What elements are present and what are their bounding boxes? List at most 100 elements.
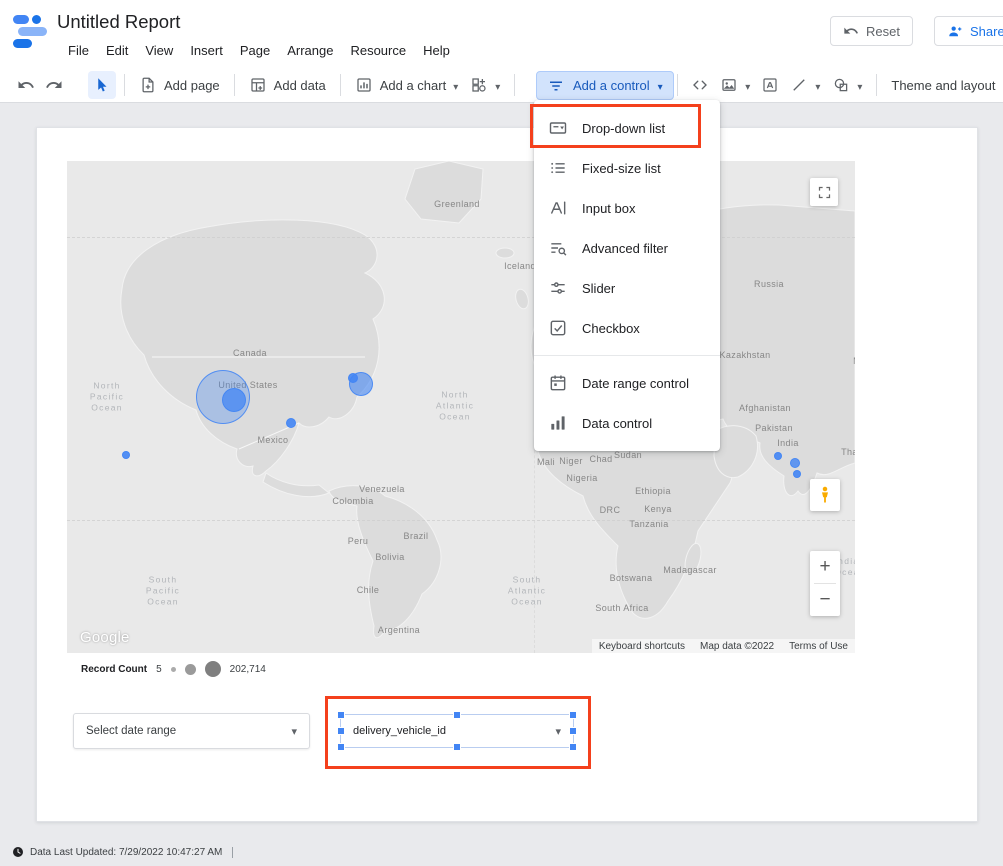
data-studio-logo[interactable]: [13, 14, 47, 50]
map-attribution: Keyboard shortcutsMap data ©2022Terms of…: [592, 639, 855, 653]
reset-button[interactable]: Reset: [830, 16, 913, 46]
add-data-label: Add data: [274, 78, 326, 93]
add-page-button[interactable]: Add page: [133, 71, 226, 99]
selection-handle[interactable]: [337, 711, 345, 719]
slider-icon: [548, 278, 568, 298]
select-tool-button[interactable]: [88, 71, 116, 99]
menu-item-checkbox[interactable]: Checkbox: [534, 308, 720, 348]
menu-item-drop-down-list[interactable]: Drop-down list: [534, 108, 720, 148]
map-bubble[interactable]: [222, 388, 246, 412]
menu-item-fixed-size-list[interactable]: Fixed-size list: [534, 148, 720, 188]
add-control-label: Add a control: [573, 78, 650, 93]
menu-insert[interactable]: Insert: [190, 43, 223, 58]
chevron-down-icon: [291, 725, 297, 738]
selection-handle[interactable]: [569, 727, 577, 735]
menu-help[interactable]: Help: [423, 43, 450, 58]
date-range-icon: [548, 373, 568, 393]
fullscreen-button[interactable]: [810, 178, 838, 206]
menu-item-data-control[interactable]: Data control: [534, 403, 720, 443]
community-visualizations-button[interactable]: [464, 71, 506, 99]
map-graticule: [67, 237, 855, 238]
insert-line-button[interactable]: [784, 71, 826, 99]
map-bubble[interactable]: [286, 418, 296, 428]
menu-resource[interactable]: Resource: [350, 43, 406, 58]
menu-arrange[interactable]: Arrange: [287, 43, 333, 58]
geo-bubble-map-chart[interactable]: GreenlandIcelandCanadaUnited StatesMexic…: [67, 161, 855, 653]
add-chart-button[interactable]: Add a chart: [349, 71, 465, 99]
insert-shape-button[interactable]: [826, 71, 868, 99]
selection-handle[interactable]: [337, 743, 345, 751]
menu-section-secondary: Date range control Data control: [534, 363, 720, 443]
map-bubble[interactable]: [790, 458, 800, 468]
selection-handle[interactable]: [453, 711, 461, 719]
attribution-keyboard-shortcuts[interactable]: Keyboard shortcuts: [599, 641, 685, 652]
undo-button[interactable]: [12, 71, 40, 99]
menu-item-label: Drop-down list: [582, 121, 665, 136]
checkbox-icon: [548, 318, 568, 338]
map-bubble[interactable]: [122, 451, 130, 459]
legend-dot-medium: [185, 664, 196, 675]
insert-image-button[interactable]: [714, 71, 756, 99]
redo-button[interactable]: [40, 71, 68, 99]
selection-handle[interactable]: [337, 727, 345, 735]
zoom-in-button[interactable]: [810, 551, 840, 583]
line-icon: [790, 76, 808, 94]
menu-item-advanced-filter[interactable]: Advanced filter: [534, 228, 720, 268]
dropdown-list-icon: [548, 118, 568, 138]
report-title[interactable]: Untitled Report: [57, 11, 180, 33]
date-range-control[interactable]: Select date range: [73, 713, 310, 749]
text-box-icon: [761, 76, 779, 94]
selection-handle[interactable]: [569, 743, 577, 751]
legend-min-value: 5: [156, 664, 162, 675]
zoom-control: [810, 551, 840, 616]
map-bubble[interactable]: [793, 470, 801, 478]
google-logo[interactable]: Google: [80, 629, 130, 646]
add-data-button[interactable]: Add data: [243, 71, 332, 99]
menu-item-label: Slider: [582, 281, 615, 296]
redo-icon: [45, 76, 63, 94]
report-page[interactable]: GreenlandIcelandCanadaUnited StatesMexic…: [36, 127, 978, 822]
map-bubble[interactable]: [348, 373, 358, 383]
undo-icon: [17, 76, 35, 94]
menu-divider: [534, 355, 720, 356]
clock-icon: [12, 846, 24, 858]
toolbar-separator: [677, 74, 678, 96]
selection-handle[interactable]: [569, 711, 577, 719]
dropdown-filter-control[interactable]: delivery_vehicle_id: [340, 714, 574, 748]
theme-and-layout-button[interactable]: Theme and layout: [885, 71, 1001, 99]
world-map-graphic: [67, 161, 855, 653]
share-button[interactable]: Share: [934, 16, 1003, 46]
share-label: Share: [970, 24, 1003, 39]
chevron-down-icon: [745, 78, 750, 93]
menu-page[interactable]: Page: [240, 43, 270, 58]
menu-section-primary: Drop-down list Fixed-size listInput boxAd…: [534, 108, 720, 348]
menu-item-label: Date range control: [582, 376, 689, 391]
cursor-icon: [93, 76, 111, 94]
app-window: Untitled Report File Edit View Insert Page Ar…: [0, 0, 1003, 866]
toolbar-separator: [876, 74, 877, 96]
attribution-terms-of-use[interactable]: Terms of Use: [789, 641, 848, 652]
menu-edit[interactable]: Edit: [106, 43, 128, 58]
fixed-size-list-icon: [548, 158, 568, 178]
text-box-button[interactable]: [756, 71, 784, 99]
bubble-size-legend: Record Count 5 202,714: [81, 659, 266, 679]
legend-max-value: 202,714: [230, 664, 266, 675]
chevron-down-icon: [555, 725, 561, 738]
status-separator: [232, 847, 233, 858]
zoom-out-button[interactable]: [810, 584, 840, 616]
menu-file[interactable]: File: [68, 43, 89, 58]
pegman-control[interactable]: [810, 479, 840, 511]
embed-button[interactable]: [686, 71, 714, 99]
menu-item-slider[interactable]: Slider: [534, 268, 720, 308]
add-chart-icon: [355, 76, 373, 94]
menu-view[interactable]: View: [145, 43, 173, 58]
add-control-button[interactable]: Add a control: [536, 71, 674, 100]
shape-icon: [832, 76, 850, 94]
selection-handle[interactable]: [453, 743, 461, 751]
chevron-down-icon: [857, 78, 862, 93]
menu-item-input-box[interactable]: Input box: [534, 188, 720, 228]
community-viz-icon: [470, 76, 488, 94]
map-bubble[interactable]: [774, 452, 782, 460]
advanced-filter-icon: [548, 238, 568, 258]
menu-item-date-range-control[interactable]: Date range control: [534, 363, 720, 403]
